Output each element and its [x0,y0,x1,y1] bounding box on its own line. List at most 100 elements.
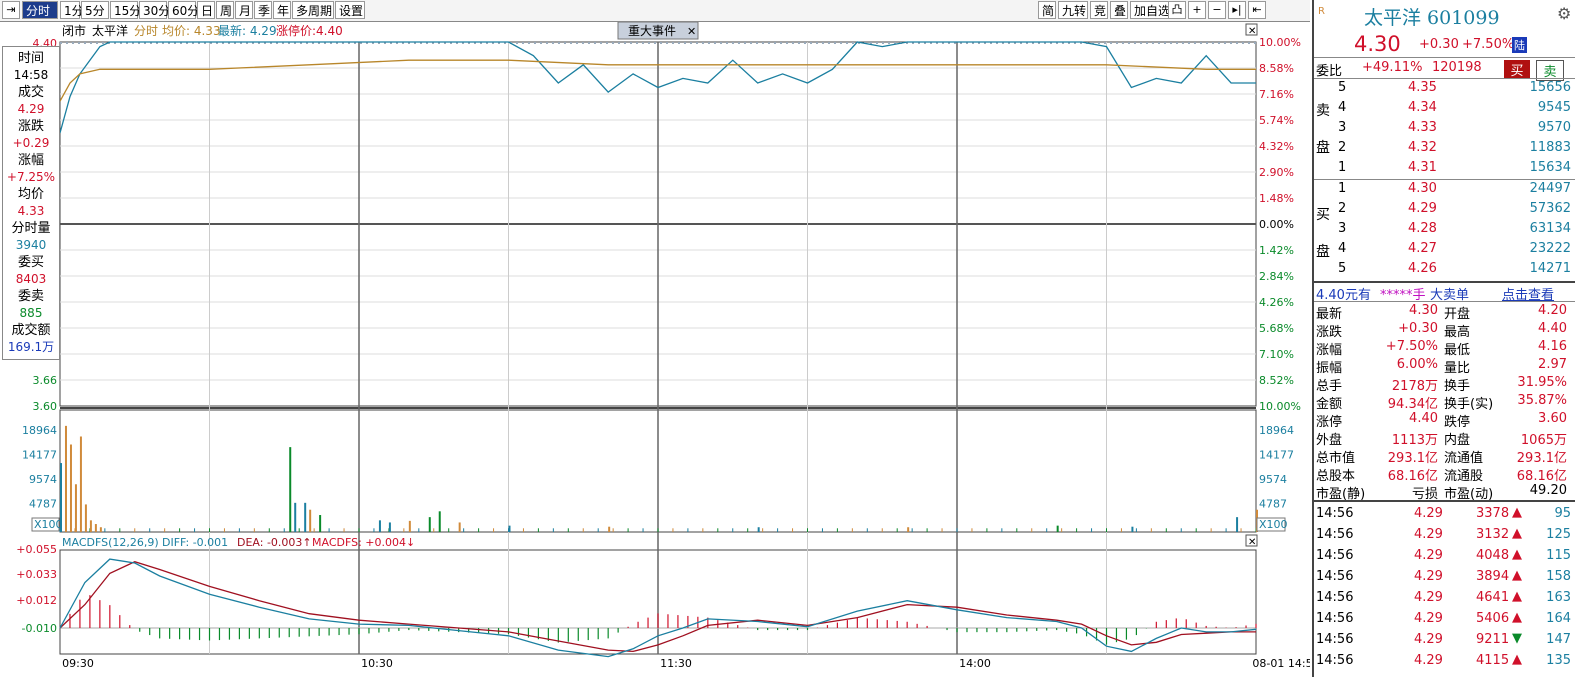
book-lvl: 5 [1338,261,1347,276]
stat-cell: 总市值 [1316,451,1356,466]
tab-period-8[interactable]: 季 [254,1,272,19]
gear-icon[interactable]: ⚙ [1557,4,1571,23]
tick-time: 14:56 [1316,632,1354,647]
book-row[interactable]: 2 4.32 11883 [1314,138,1575,157]
info-value-6: 8403 [15,272,47,286]
tab-period-10[interactable]: 多周期 [292,1,334,19]
info-value-2: +0.29 [12,136,50,150]
stat-cell: 流通值 [1444,451,1484,466]
time-axis-label: 09:30 [62,657,94,670]
r-badge-icon: R [1318,6,1325,17]
tool-button-1[interactable]: 九转 [1058,1,1088,19]
tick-time: 14:56 [1316,611,1354,626]
book-price: 4.27 [1408,241,1437,256]
tab-period-9[interactable]: 年 [273,1,291,19]
book-row[interactable]: 3 4.33 9570 [1314,118,1575,137]
stat-cell: 2.97 [1538,357,1567,372]
tick-time: 14:56 [1316,653,1354,668]
macd-diff: DIFF: -0.001 [162,536,228,549]
tab-period-2[interactable]: 15分 [110,1,141,19]
stat-cell: 涨停 [1316,415,1343,430]
event-label: 重大事件 [628,24,676,38]
info-value-4: 4.33 [17,204,45,218]
arrow-up-icon: ▲ [1512,547,1522,562]
stat-cell: 31.95% [1517,375,1567,390]
book-row[interactable]: 2 4.29 57362 [1314,199,1575,218]
stat-row: 涨停 4.40 跌停 3.60 [1314,411,1575,430]
stat-cell: 4.30 [1409,303,1438,318]
volume-axis-label: 14177 [22,449,57,462]
tick-time: 14:56 [1316,527,1354,542]
macd-dea: DEA: -0.003↑ [237,536,312,549]
zoom-out-icon[interactable]: − [1208,1,1226,19]
market-tag: 陆 [1512,37,1527,53]
tick-price: 4.29 [1414,653,1443,668]
tick-price: 4.29 [1414,590,1443,605]
tick-vol: 9211 [1476,632,1510,647]
time-axis-label: 11:30 [660,657,692,670]
book-lvl: 5 [1338,80,1347,95]
stat-cell: 6.00% [1396,357,1438,372]
tool-button-3[interactable]: 叠 [1110,1,1128,19]
book-price: 4.35 [1408,80,1437,95]
window-icon[interactable]: 凸 [1168,1,1186,19]
book-row[interactable]: 1 4.30 24497 [1314,179,1575,198]
info-value-8: 169.1万 [7,340,55,354]
tab-period-5[interactable]: 日 [197,1,215,19]
intraday-chart[interactable]: 4.403.663.6010.00%8.58%7.16%5.74%4.32%2.… [0,22,1310,677]
tab-period-1[interactable]: 5分 [81,1,109,19]
collapse-icon[interactable]: ⇥ [2,1,20,19]
tick-n: 147 [1546,632,1571,647]
tool-button-4[interactable]: 加自选 [1130,1,1170,19]
tick-vol: 4048 [1476,548,1510,563]
book-row[interactable]: 3 4.28 63134 [1314,219,1575,238]
expand-icon[interactable]: ⇤ [1248,1,1266,19]
pct-axis-label: 5.74% [1259,114,1294,127]
tick-vol: 3132 [1476,527,1510,542]
tick-n: 158 [1546,569,1571,584]
buy-button[interactable]: 买 [1504,60,1530,79]
book-vol: 11883 [1529,140,1571,155]
book-row[interactable]: 1 4.31 15634 [1314,158,1575,177]
crosshair-info-panel: 时间 14:58 成交 4.29 涨跌 +0.29 涨幅 +7.25% 均价 4.33 分时量 394… [2,46,60,360]
tick-row: 14:56 4.29 3894 158 ▲ [1314,566,1575,587]
pct-axis-label: 2.90% [1259,166,1294,179]
tick-n: 125 [1546,527,1571,542]
arrow-up-icon: ▲ [1512,526,1522,541]
tool-button-0[interactable]: 简 [1038,1,1056,19]
weibi-pct: +49.11% [1362,60,1423,75]
event-close-icon[interactable]: ✕ [687,25,696,38]
stat-cell: 94.34亿 [1387,397,1438,412]
book-row[interactable]: 5 4.35 15656 [1314,78,1575,97]
tab-period-11[interactable]: 设置 [335,1,365,19]
time-axis-label: 14:00 [959,657,991,670]
zoom-in-icon[interactable]: + [1188,1,1206,19]
book-vol: 9570 [1537,120,1571,135]
tick-row: 14:56 4.29 5406 164 ▲ [1314,608,1575,629]
big-order-row[interactable]: 4.40元有 *****手 大卖单 点击查看 [1314,283,1575,303]
tab-period-7[interactable]: 月 [235,1,253,19]
step-right-icon[interactable]: ▸| [1228,1,1246,19]
tab-period-4[interactable]: 60分 [168,1,199,19]
book-price: 4.31 [1408,160,1437,175]
sell-side-label-2: 盘 [1316,140,1330,156]
pct-axis-label: 4.32% [1259,140,1294,153]
book-row[interactable]: 5 4.26 14271 [1314,259,1575,278]
macd-axis-label: +0.033 [16,568,57,581]
book-row[interactable]: 4 4.34 9545 [1314,98,1575,117]
price-axis-label: 3.66 [33,374,58,387]
info-label-6: 委买 [17,255,44,270]
tab-intraday[interactable]: 分时 [22,1,58,19]
stat-cell: +7.50% [1385,339,1438,354]
tick-price: 4.29 [1414,569,1443,584]
stat-row: 市盈(静) 亏损 市盈(动) 49.20 [1314,483,1575,502]
tab-period-6[interactable]: 周 [216,1,234,19]
book-lvl: 3 [1338,221,1347,236]
stat-cell: 293.1亿 [1387,451,1438,466]
tab-period-3[interactable]: 30分 [139,1,170,19]
tab-period-0[interactable]: 1分 [60,1,84,19]
stat-cell: 外盘 [1316,433,1343,448]
tool-button-2[interactable]: 竞 [1090,1,1108,19]
stat-cell: 金额 [1316,397,1343,412]
book-row[interactable]: 4 4.27 23222 [1314,239,1575,258]
